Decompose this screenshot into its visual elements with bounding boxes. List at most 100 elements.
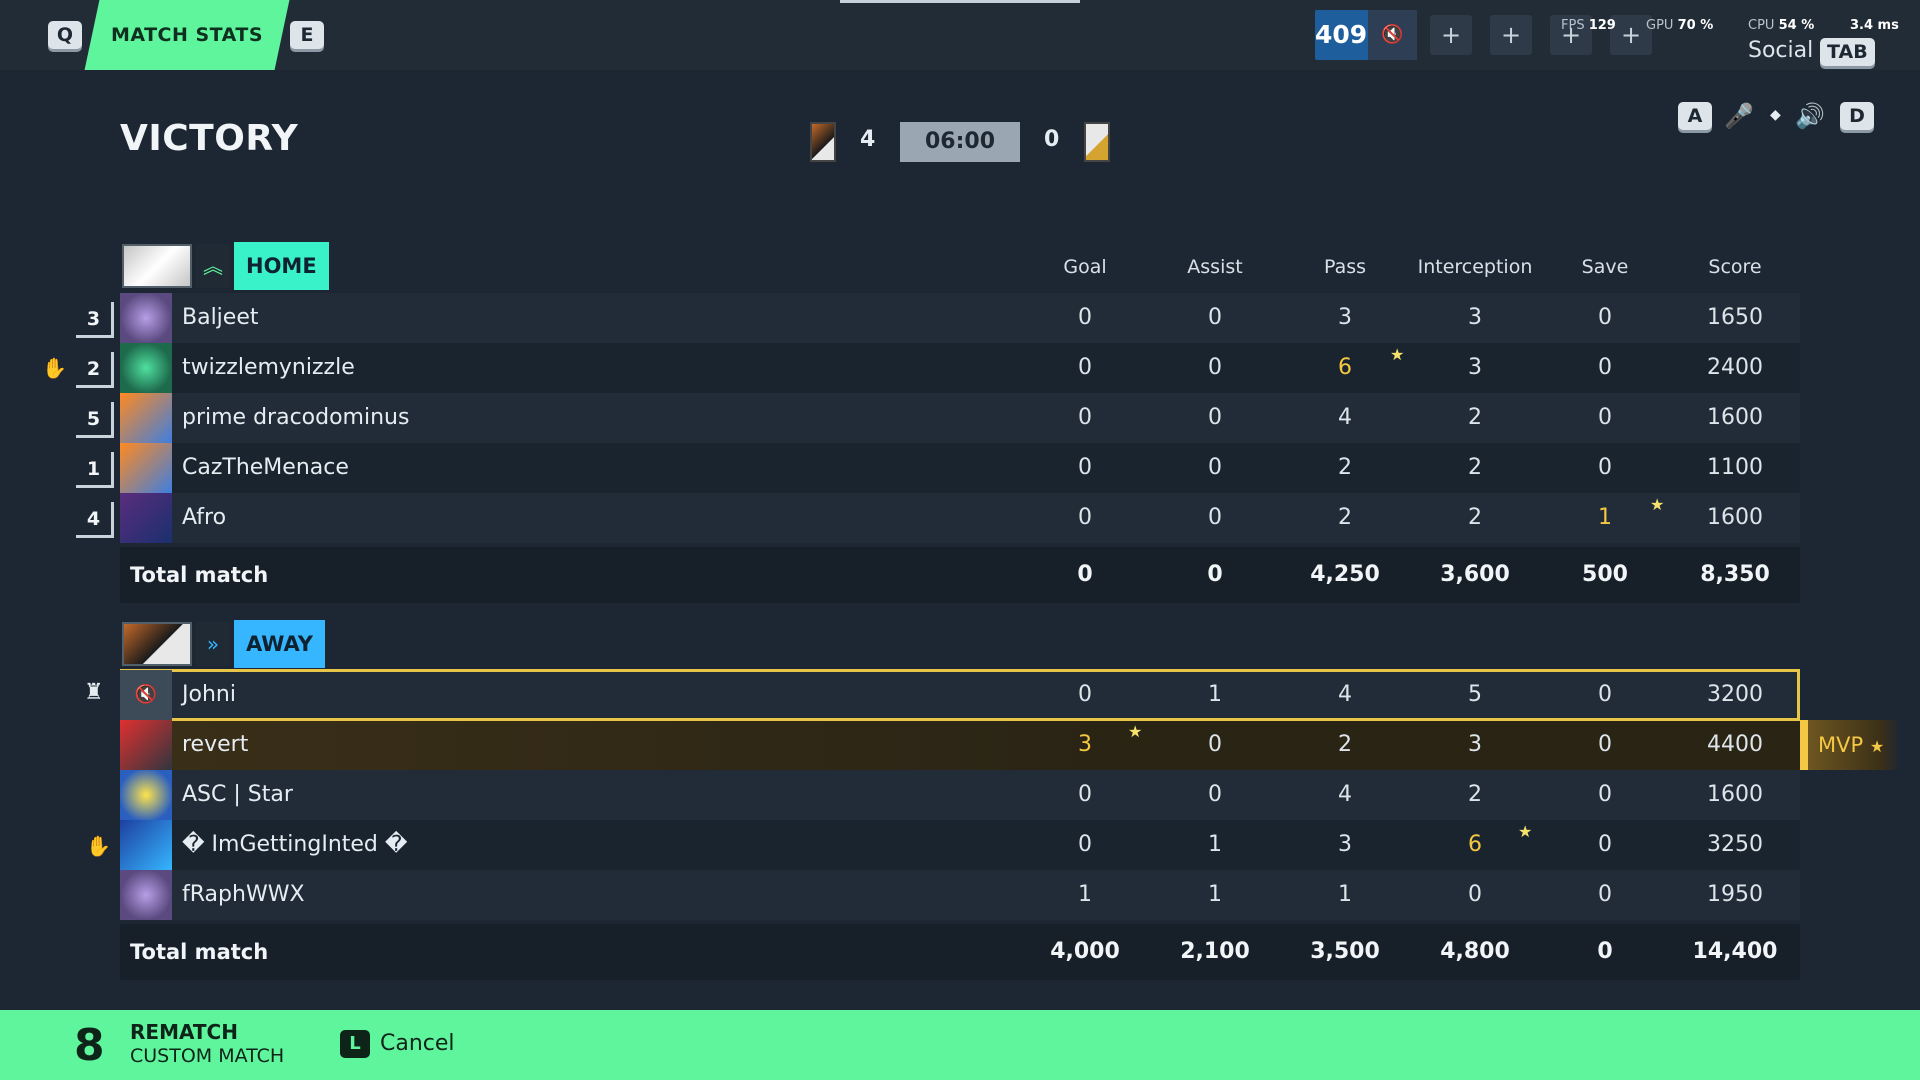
social-label[interactable]: Social	[1748, 38, 1813, 63]
stat-interception: 5	[1468, 682, 1482, 707]
stat-goal: 0	[1078, 505, 1092, 530]
stat-interception: 3	[1468, 732, 1482, 757]
home-flag	[810, 122, 836, 162]
fps-readout: FPS 129	[1561, 18, 1616, 33]
home-rank-3: 5	[76, 402, 114, 438]
stat-score: 4400	[1707, 732, 1763, 757]
stat-interception: 2	[1468, 405, 1482, 430]
col-assist: Assist	[1187, 256, 1243, 278]
player-name: prime dracodominus	[182, 405, 410, 430]
dot-separator-icon: ◆	[1770, 107, 1781, 123]
col-save: Save	[1581, 256, 1629, 278]
bottom-bar	[0, 1010, 1920, 1080]
stat-assist: 0	[1208, 405, 1222, 430]
star-icon: ★	[1390, 345, 1405, 364]
away-flag	[1084, 122, 1110, 162]
player-name: Johni	[182, 682, 236, 707]
total-label: Total match	[130, 563, 269, 587]
stat-assist: 0	[1208, 732, 1222, 757]
party-lead-icon: ✋	[42, 356, 67, 380]
avatar	[120, 770, 172, 820]
avatar	[120, 820, 172, 870]
avatar	[120, 443, 172, 493]
stat-save: 0	[1598, 305, 1612, 330]
stat-pass: 4	[1338, 405, 1352, 430]
stat-save: 0	[1598, 732, 1612, 757]
stat-interception: 2	[1468, 455, 1482, 480]
player-name: twizzlemynizzle	[182, 355, 355, 380]
player-host-icon: ♜	[84, 680, 104, 705]
stat-score: 3200	[1707, 682, 1763, 707]
home-team-chevron-icon: ︽	[196, 244, 230, 288]
mic-off-icon[interactable]: 🎤	[1724, 102, 1754, 130]
stat-pass: 2	[1338, 732, 1352, 757]
tab-next-key[interactable]: E	[290, 21, 324, 49]
rematch-subtitle: CUSTOM MATCH	[130, 1045, 285, 1067]
tab-prev-key[interactable]: Q	[48, 21, 82, 49]
stat-goal: 1	[1078, 882, 1092, 907]
mvp-badge: MVP ★	[1800, 720, 1900, 770]
total-assist: 0	[1207, 562, 1223, 587]
stat-goal: 0	[1078, 682, 1092, 707]
stat-assist: 0	[1208, 455, 1222, 480]
cpu-readout: CPU 54 %	[1748, 18, 1815, 33]
player-name: ASC | Star	[182, 782, 293, 807]
key-a[interactable]: A	[1678, 102, 1712, 130]
away-team-flag	[122, 622, 192, 666]
avatar	[120, 720, 172, 770]
add-button-1[interactable]: +	[1430, 15, 1472, 55]
stat-goal: 0	[1078, 355, 1092, 380]
home-rank-5: 4	[76, 502, 114, 538]
stat-save: 0	[1598, 355, 1612, 380]
cancel-button[interactable]: Cancel	[380, 1031, 455, 1056]
stat-assist: 1	[1208, 882, 1222, 907]
player-name: � ImGettingInted �	[182, 832, 408, 857]
stat-assist: 0	[1208, 355, 1222, 380]
home-rank-2: 2	[76, 352, 114, 388]
party-lead-icon: ✋	[86, 834, 111, 858]
stat-score: 2400	[1707, 355, 1763, 380]
stat-goal: 0	[1078, 782, 1092, 807]
key-d[interactable]: D	[1840, 102, 1874, 130]
stat-interception: 2	[1468, 782, 1482, 807]
player-name: Afro	[182, 505, 227, 530]
stat-save: 0	[1598, 682, 1612, 707]
col-pass: Pass	[1323, 256, 1367, 278]
speaker-icon[interactable]: 🔊	[1795, 102, 1825, 130]
stat-save: 0	[1598, 455, 1612, 480]
total-pass: 4,250	[1310, 562, 1380, 587]
total-pass: 3,500	[1310, 939, 1380, 964]
stat-score: 1600	[1707, 505, 1763, 530]
muted-avatar-icon: 🔇	[120, 670, 172, 720]
total-assist: 2,100	[1180, 939, 1250, 964]
stat-interception: 3	[1468, 355, 1482, 380]
social-key[interactable]: TAB	[1820, 38, 1875, 66]
stat-save: 0	[1598, 405, 1612, 430]
stat-pass: 2	[1338, 505, 1352, 530]
stat-score: 1950	[1707, 882, 1763, 907]
cancel-key[interactable]: L	[340, 1030, 370, 1058]
total-label: Total match	[130, 940, 269, 964]
home-rank-1: 3	[76, 302, 114, 338]
stat-assist: 0	[1208, 305, 1222, 330]
star-icon: ★	[1128, 722, 1143, 741]
stat-assist: 0	[1208, 782, 1222, 807]
away-score: 0	[1044, 127, 1060, 152]
speaker-muted-icon[interactable]: 🔇	[1368, 10, 1417, 60]
add-button-2[interactable]: +	[1490, 15, 1532, 55]
stat-goal: 0	[1078, 832, 1092, 857]
total-score: 14,400	[1692, 939, 1778, 964]
away-team-chevron-icon: »	[196, 622, 230, 666]
total-goal: 4,000	[1050, 939, 1120, 964]
stat-pass: 1	[1338, 882, 1352, 907]
rematch-title[interactable]: REMATCH	[130, 1020, 238, 1044]
top-progress-line	[840, 0, 1080, 3]
total-score: 8,350	[1700, 562, 1770, 587]
col-goal: Goal	[1063, 256, 1107, 278]
tab-match-stats-label: MATCH STATS	[110, 24, 264, 46]
total-save: 500	[1582, 562, 1628, 587]
stat-goal: 0	[1078, 405, 1092, 430]
match-result: VICTORY	[120, 118, 299, 159]
ms-readout: 3.4 ms	[1850, 18, 1899, 33]
stat-interception: 0	[1468, 882, 1482, 907]
